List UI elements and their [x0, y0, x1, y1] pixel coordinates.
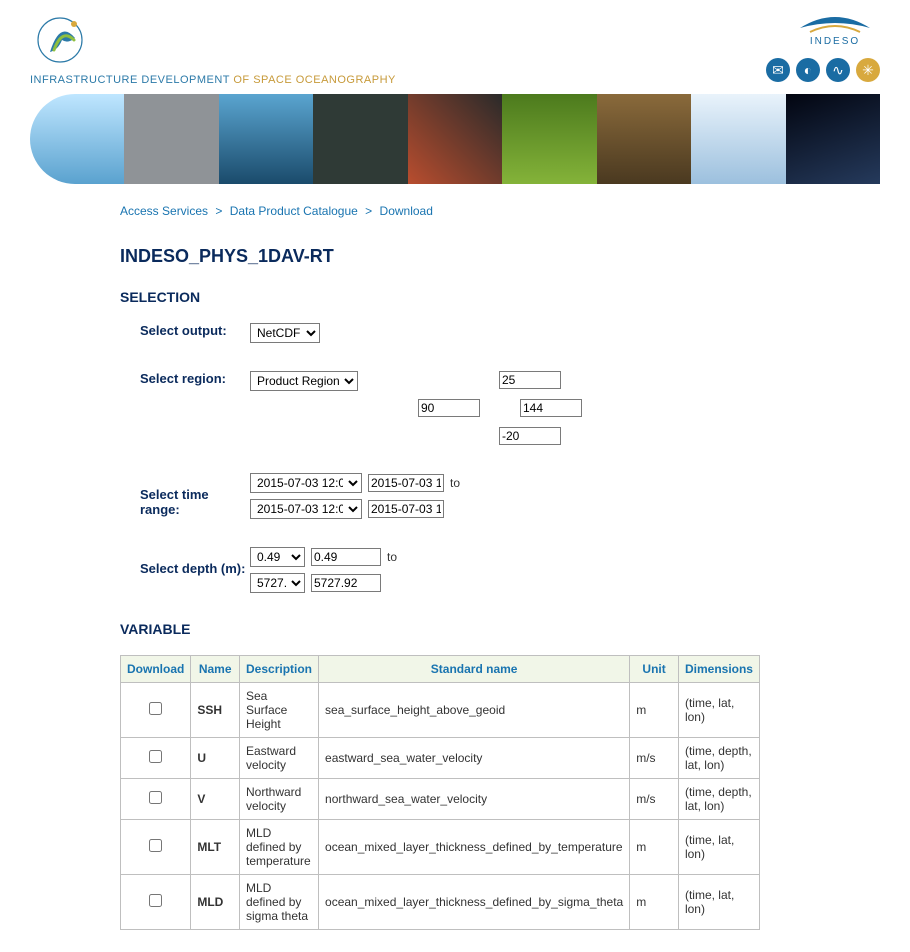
page-header: INFRASTRUCTURE DEVELOPMENT OF SPACE OCEA… — [30, 0, 880, 94]
variable-dimensions: (time, lat, lon) — [678, 875, 759, 930]
table-row: VNorthward velocitynorthward_sea_water_v… — [121, 779, 760, 820]
section-variable: VARIABLE — [120, 621, 880, 637]
variable-dimensions: (time, depth, lat, lon) — [678, 738, 759, 779]
variable-standard: sea_surface_height_above_geoid — [319, 683, 630, 738]
label-region: Select region: — [120, 371, 250, 386]
th-standard: Standard name — [319, 656, 630, 683]
th-description: Description — [240, 656, 319, 683]
breadcrumb-sep: > — [361, 204, 376, 218]
label-time: Select time range: — [120, 473, 250, 517]
th-unit: Unit — [630, 656, 679, 683]
mail-icon[interactable]: ✉ — [766, 58, 790, 82]
variable-unit: m/s — [630, 738, 679, 779]
section-selection: SELECTION — [120, 289, 880, 305]
variable-unit: m/s — [630, 779, 679, 820]
th-download: Download — [121, 656, 191, 683]
table-row: UEastward velocityeastward_sea_water_vel… — [121, 738, 760, 779]
ministry-logo-icon — [30, 10, 100, 70]
breadcrumb-link-catalogue[interactable]: Data Product Catalogue — [230, 204, 358, 218]
page-title: INDESO_PHYS_1DAV-RT — [120, 246, 880, 267]
region-north-input[interactable] — [499, 371, 561, 389]
variable-dimensions: (time, lat, lon) — [678, 820, 759, 875]
variable-description: MLD defined by sigma theta — [240, 875, 319, 930]
variable-dimensions: (time, depth, lat, lon) — [678, 779, 759, 820]
region-south-input[interactable] — [499, 427, 561, 445]
variable-name: V — [191, 779, 240, 820]
region-preset-select[interactable]: Product Region — [250, 371, 358, 391]
time-end-input[interactable] — [368, 500, 444, 518]
table-row: MLDMLD defined by sigma thetaocean_mixed… — [121, 875, 760, 930]
variable-checkbox[interactable] — [149, 702, 162, 715]
brand-left: INFRASTRUCTURE DEVELOPMENT OF SPACE OCEA… — [30, 10, 396, 86]
breadcrumb-sep: > — [211, 204, 226, 218]
gear-icon[interactable]: ✳ — [856, 58, 880, 82]
brand-right: INDESO ✉ ◐ ∿ ✳ — [766, 10, 880, 82]
variable-dimensions: (time, lat, lon) — [678, 683, 759, 738]
label-depth: Select depth (m): — [120, 547, 250, 576]
indeso-logo-icon: INDESO — [790, 10, 880, 50]
variable-checkbox[interactable] — [149, 750, 162, 763]
breadcrumb-link-download[interactable]: Download — [380, 204, 433, 218]
table-row: SSHSea Surface Heightsea_surface_height_… — [121, 683, 760, 738]
variable-standard: eastward_sea_water_velocity — [319, 738, 630, 779]
region-west-input[interactable] — [418, 399, 480, 417]
breadcrumb-link-access-services[interactable]: Access Services — [120, 204, 208, 218]
globe-icon[interactable]: ◐ — [796, 58, 820, 82]
variable-description: Eastward velocity — [240, 738, 319, 779]
variable-checkbox[interactable] — [149, 791, 162, 804]
brand-tagline: INFRASTRUCTURE DEVELOPMENT OF SPACE OCEA… — [30, 74, 396, 86]
fish-icon[interactable]: ∿ — [826, 58, 850, 82]
variable-standard: ocean_mixed_layer_thickness_defined_by_t… — [319, 820, 630, 875]
time-start-select[interactable]: 2015-07-03 12:00:00 — [250, 473, 362, 493]
variable-description: Sea Surface Height — [240, 683, 319, 738]
output-select[interactable]: NetCDF — [250, 323, 320, 343]
hero-banner — [30, 94, 880, 184]
th-dimensions: Dimensions — [678, 656, 759, 683]
depth-min-select[interactable]: 0.49 — [250, 547, 305, 567]
depth-min-input[interactable] — [311, 548, 381, 566]
variable-standard: northward_sea_water_velocity — [319, 779, 630, 820]
region-east-input[interactable] — [520, 399, 582, 417]
variable-standard: ocean_mixed_layer_thickness_defined_by_s… — [319, 875, 630, 930]
variable-checkbox[interactable] — [149, 839, 162, 852]
variable-description: Northward velocity — [240, 779, 319, 820]
depth-max-select[interactable]: 5727.92 — [250, 573, 305, 593]
svg-text:INDESO: INDESO — [810, 36, 860, 47]
variable-unit: m — [630, 820, 679, 875]
variable-name: U — [191, 738, 240, 779]
time-to-label: to — [450, 476, 460, 490]
th-name: Name — [191, 656, 240, 683]
variable-name: MLT — [191, 820, 240, 875]
label-output: Select output: — [120, 323, 250, 338]
breadcrumb: Access Services > Data Product Catalogue… — [120, 204, 880, 218]
variable-description: MLD defined by temperature — [240, 820, 319, 875]
header-icon-row: ✉ ◐ ∿ ✳ — [766, 58, 880, 82]
time-end-select[interactable]: 2015-07-03 12:00:00 — [250, 499, 362, 519]
variable-name: MLD — [191, 875, 240, 930]
depth-max-input[interactable] — [311, 574, 381, 592]
variables-table: Download Name Description Standard name … — [120, 655, 760, 930]
variable-unit: m — [630, 683, 679, 738]
variable-name: SSH — [191, 683, 240, 738]
table-row: MLTMLD defined by temperatureocean_mixed… — [121, 820, 760, 875]
variable-checkbox[interactable] — [149, 894, 162, 907]
time-start-input[interactable] — [368, 474, 444, 492]
variable-unit: m — [630, 875, 679, 930]
depth-to-label: to — [387, 550, 397, 564]
